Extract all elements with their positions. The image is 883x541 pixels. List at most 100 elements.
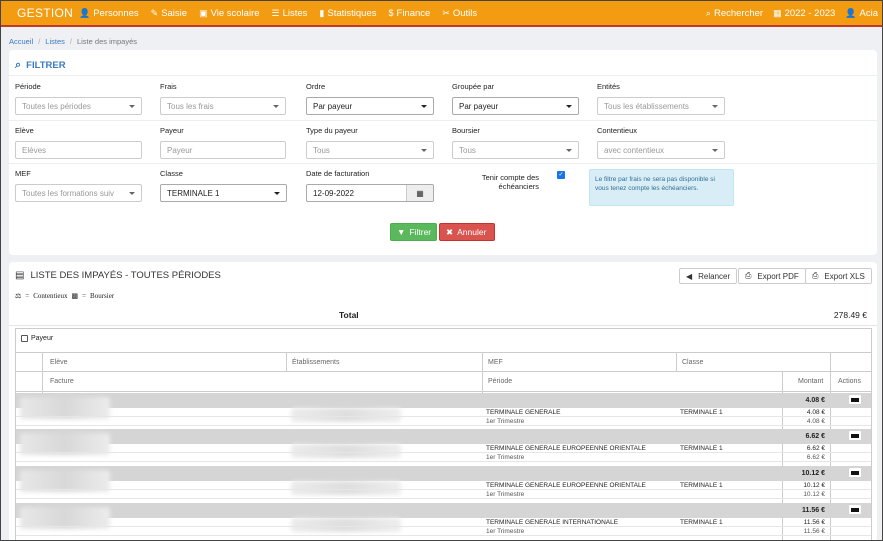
entites-field: Entités Tous les établissements — [597, 82, 725, 115]
card-icon[interactable] — [849, 505, 861, 514]
calendar-icon[interactable]: ▦ — [406, 185, 433, 201]
payeur-input[interactable]: Payeur — [160, 141, 286, 159]
groupee-select[interactable]: Par payeur — [452, 97, 579, 115]
row-mef: TERMINALE GENERALE — [486, 409, 561, 416]
calendar-icon: ▦ — [773, 7, 782, 18]
ordre-field: Ordre Par payeur — [306, 82, 434, 115]
nav-vie-scolaire[interactable]: ▣ Vie scolaire — [199, 8, 259, 19]
col-classe: Classe — [682, 359, 704, 366]
nav-label: Personnes — [93, 7, 139, 19]
user-icon: 👤 — [845, 7, 857, 18]
dollar-icon: $ — [388, 8, 394, 18]
nav-listes[interactable]: ☰ Listes — [272, 8, 308, 19]
ordre-value: Par payeur — [313, 101, 353, 111]
boursier-label: Boursier — [452, 126, 480, 135]
nav-search[interactable]: ⌕ Rechercher — [706, 8, 763, 19]
filter-button[interactable]: ▼ Filtrer — [390, 223, 437, 241]
eleve-input[interactable]: Elèves — [15, 141, 142, 159]
brand-title[interactable]: GESTION — [1, 6, 79, 20]
card-icon[interactable] — [849, 468, 861, 477]
export-pdf-button[interactable]: ⎙ Export PDF — [738, 268, 806, 284]
nav-label: Rechercher — [713, 7, 764, 19]
list-title: ▤ LISTE DES IMPAYÉS - TOUTES PÉRIODES — [15, 270, 221, 281]
row-periode-amount: 6.62 € — [806, 454, 825, 461]
nav-statistiques[interactable]: ▮ Statistiques — [319, 8, 376, 19]
impayes-table: Payeur Elève Établissements MEF Classe F… — [15, 328, 872, 540]
payeur-group: 11.56 € TERMINALE GENERALE INTERNATIONAL… — [16, 503, 871, 540]
breadcrumb-lists[interactable]: Listes — [45, 37, 65, 46]
groupee-value: Par payeur — [459, 101, 499, 111]
contentieux-select[interactable]: avec contentieux — [597, 141, 725, 159]
group-header-bar — [16, 503, 871, 518]
row-classe: TERMINALE 1 — [680, 519, 723, 526]
print-icon: ⎙ — [745, 271, 752, 280]
nav-personnes[interactable]: 👤 Personnes — [79, 8, 139, 19]
breadcrumb-home[interactable]: Accueil — [9, 37, 33, 46]
legend-contentieux: Contentieux — [33, 292, 68, 300]
frais-field: Frais Tous les frais — [160, 82, 286, 115]
type-payeur-label: Type du payeur — [306, 126, 358, 135]
caret-down-icon — [129, 105, 135, 108]
payeur-header: Payeur — [21, 335, 53, 342]
payeur-select-all-checkbox[interactable] — [21, 335, 28, 342]
column-divider — [482, 352, 483, 393]
filter-button-label: Filtrer — [409, 227, 432, 237]
row-mef: TERMINALE GENERALE INTERNATIONALE — [486, 519, 619, 526]
classe-select[interactable]: TERMINALE 1 — [160, 184, 287, 202]
periode-select[interactable]: Toutes les périodes — [15, 97, 142, 115]
mef-select[interactable]: Toutes les formations suiv — [15, 184, 142, 202]
type-payeur-select[interactable]: Tous — [306, 141, 434, 159]
type-payeur-value: Tous — [313, 145, 330, 155]
filter-title-text: FILTRER — [26, 60, 66, 71]
mef-field: MEF Toutes les formations suiv — [15, 169, 142, 202]
card-icon[interactable] — [849, 395, 861, 404]
tenir-compte-checkbox[interactable]: ✓ — [557, 171, 565, 179]
info-alert: Le filtre par frais ne sera pas disponib… — [589, 169, 734, 206]
column-divider — [42, 352, 43, 393]
contentieux-icon: ⚖ — [15, 292, 22, 300]
cancel-button[interactable]: ✖ Annuler — [439, 223, 495, 241]
relancer-button[interactable]: ◀ Relancer — [679, 268, 738, 284]
list-icon: ☰ — [271, 7, 280, 18]
col-actions: Actions — [838, 378, 861, 385]
nav-user[interactable]: 👤 Acia — [845, 8, 878, 19]
export-xls-label: Export XLS — [824, 271, 865, 281]
boursier-select[interactable]: Tous — [452, 141, 579, 159]
check-icon: ✓ — [558, 172, 564, 178]
entites-select[interactable]: Tous les établissements — [597, 97, 725, 115]
export-xls-button[interactable]: ⎙ Export XLS — [805, 268, 872, 284]
tenir-compte-label: Tenir compte des échéanciers — [481, 173, 539, 191]
legend-boursier: Boursier — [90, 292, 115, 300]
nav-label: Acia — [859, 7, 878, 19]
search-icon: ⌕ — [15, 59, 22, 71]
nav-year[interactable]: ▦ 2022 - 2023 — [773, 8, 835, 19]
nav-outils[interactable]: ✂ Outils — [442, 8, 477, 19]
breadcrumb: Accueil / Listes / Liste des impayés — [9, 37, 137, 46]
ordre-select[interactable]: Par payeur — [306, 97, 434, 115]
divider — [9, 120, 877, 121]
group-amount: 10.12 € — [801, 470, 825, 477]
boursier-value: Tous — [459, 145, 476, 155]
date-facturation-input[interactable]: 12-09-2022 ▦ — [306, 184, 434, 202]
divider — [9, 325, 877, 326]
frais-select[interactable]: Tous les frais — [160, 97, 286, 115]
card-icon[interactable] — [849, 431, 861, 440]
nav-finance[interactable]: $ Finance — [389, 8, 431, 19]
groupee-field: Groupée par Par payeur — [452, 82, 579, 115]
nav-saisie[interactable]: ✎ Saisie — [151, 8, 187, 19]
header-row-1: Elève Établissements MEF Classe — [16, 352, 871, 372]
nav-right-group: ⌕ Rechercher ▦ 2022 - 2023 👤 Acia — [706, 8, 882, 19]
groupee-label: Groupée par — [452, 82, 495, 91]
contentieux-field: Contentieux avec contentieux — [597, 126, 725, 159]
equals-sign: = — [25, 292, 30, 300]
group-header-bar — [16, 429, 871, 444]
equals-sign: = — [82, 292, 87, 300]
frais-value: Tous les frais — [167, 101, 214, 111]
row-periode: 1er Trimestre — [486, 491, 525, 498]
divider — [9, 75, 877, 76]
row-amount: 4.08 € — [806, 409, 825, 416]
caret-down-icon — [421, 149, 427, 152]
entites-value: Tous les établissements — [604, 101, 689, 111]
periode-label: Période — [15, 82, 41, 91]
payeur-placeholder: Payeur — [167, 145, 193, 155]
